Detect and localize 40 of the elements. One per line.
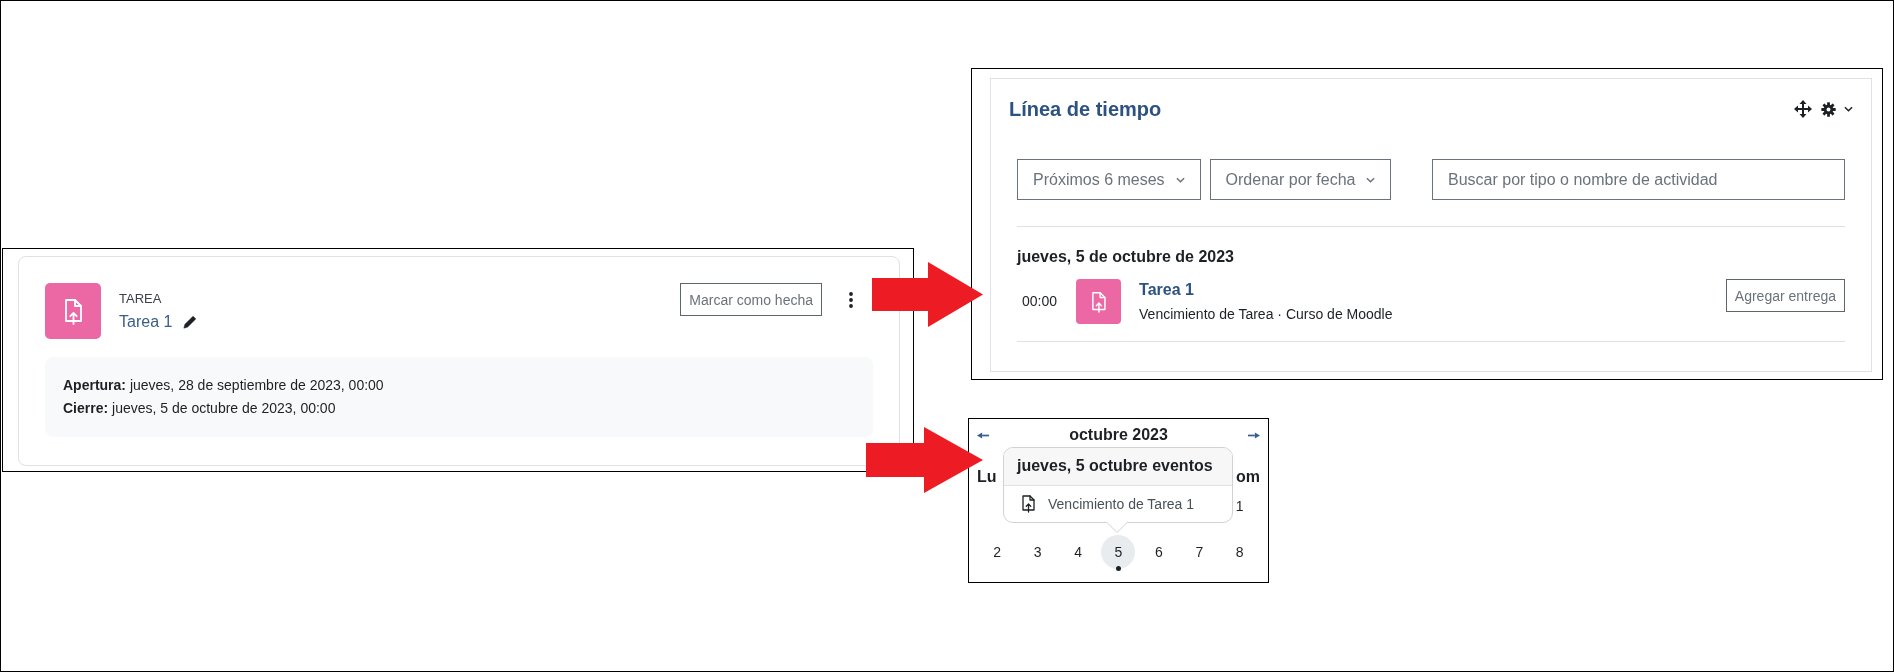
document-upload-icon: [45, 283, 101, 339]
popover-title: jueves, 5 octubre eventos: [1015, 456, 1214, 476]
day-number[interactable]: 2: [991, 535, 1004, 569]
mark-done-button[interactable]: Marcar como hecha: [680, 283, 822, 316]
move-icon[interactable]: [1794, 100, 1812, 118]
vertical-dots-icon: [849, 291, 853, 308]
weekday-label: om: [1236, 467, 1260, 487]
activity-type-label: TAREA: [119, 291, 162, 307]
search-field[interactable]: Buscar por tipo o nombre de actividad: [1432, 159, 1845, 200]
settings-icon: [1821, 101, 1836, 117]
date-heading: jueves, 5 de octubre de 2023: [1017, 247, 1235, 267]
filter-dropdown[interactable]: Próximos 6 meses: [1017, 159, 1201, 200]
chevron-down-icon: [1366, 176, 1376, 183]
day-number[interactable]: 7: [1193, 535, 1206, 569]
date-line: Cierre: jueves, 5 de octubre de 2023, 00:00: [63, 399, 337, 418]
popover-event-link[interactable]: Vencimiento de Tarea 1: [1048, 496, 1195, 512]
event-details: Vencimiento de Tarea · Curso de Moodle: [1139, 305, 1393, 324]
event-link[interactable]: Tarea 1: [1139, 279, 1194, 301]
month-title: octubre 2023: [1069, 426, 1168, 444]
chevron-down-icon: [1175, 176, 1185, 183]
day-number[interactable]: 8: [1233, 535, 1246, 569]
document-upload-icon: [1022, 495, 1035, 513]
block-title: Línea de tiempo: [1009, 97, 1162, 121]
weekday-label: Lu: [977, 467, 997, 487]
left-arrow-icon[interactable]: [977, 431, 989, 439]
day-number[interactable]: 4: [1072, 535, 1085, 569]
event-time: 00:00: [1022, 292, 1058, 311]
day-number[interactable]: 5: [1101, 535, 1136, 569]
day-number[interactable]: 3: [1031, 535, 1044, 569]
day-number[interactable]: 1: [1233, 489, 1246, 523]
document-upload-icon: [1076, 279, 1122, 324]
block-actions-button[interactable]: [1821, 101, 1853, 117]
add-submission-button[interactable]: Agregar entrega: [1725, 279, 1845, 312]
pencil-icon[interactable]: [183, 315, 198, 329]
filter-dropdown[interactable]: Ordenar por fecha: [1209, 159, 1392, 200]
day-number[interactable]: 6: [1152, 535, 1165, 569]
date-line: Apertura: jueves, 28 de septiembre de 2023, 00:00: [63, 376, 385, 395]
caret-icon: [1844, 106, 1853, 112]
activity-link[interactable]: Tarea 1: [119, 311, 173, 333]
right-arrow-icon[interactable]: [1248, 431, 1260, 439]
